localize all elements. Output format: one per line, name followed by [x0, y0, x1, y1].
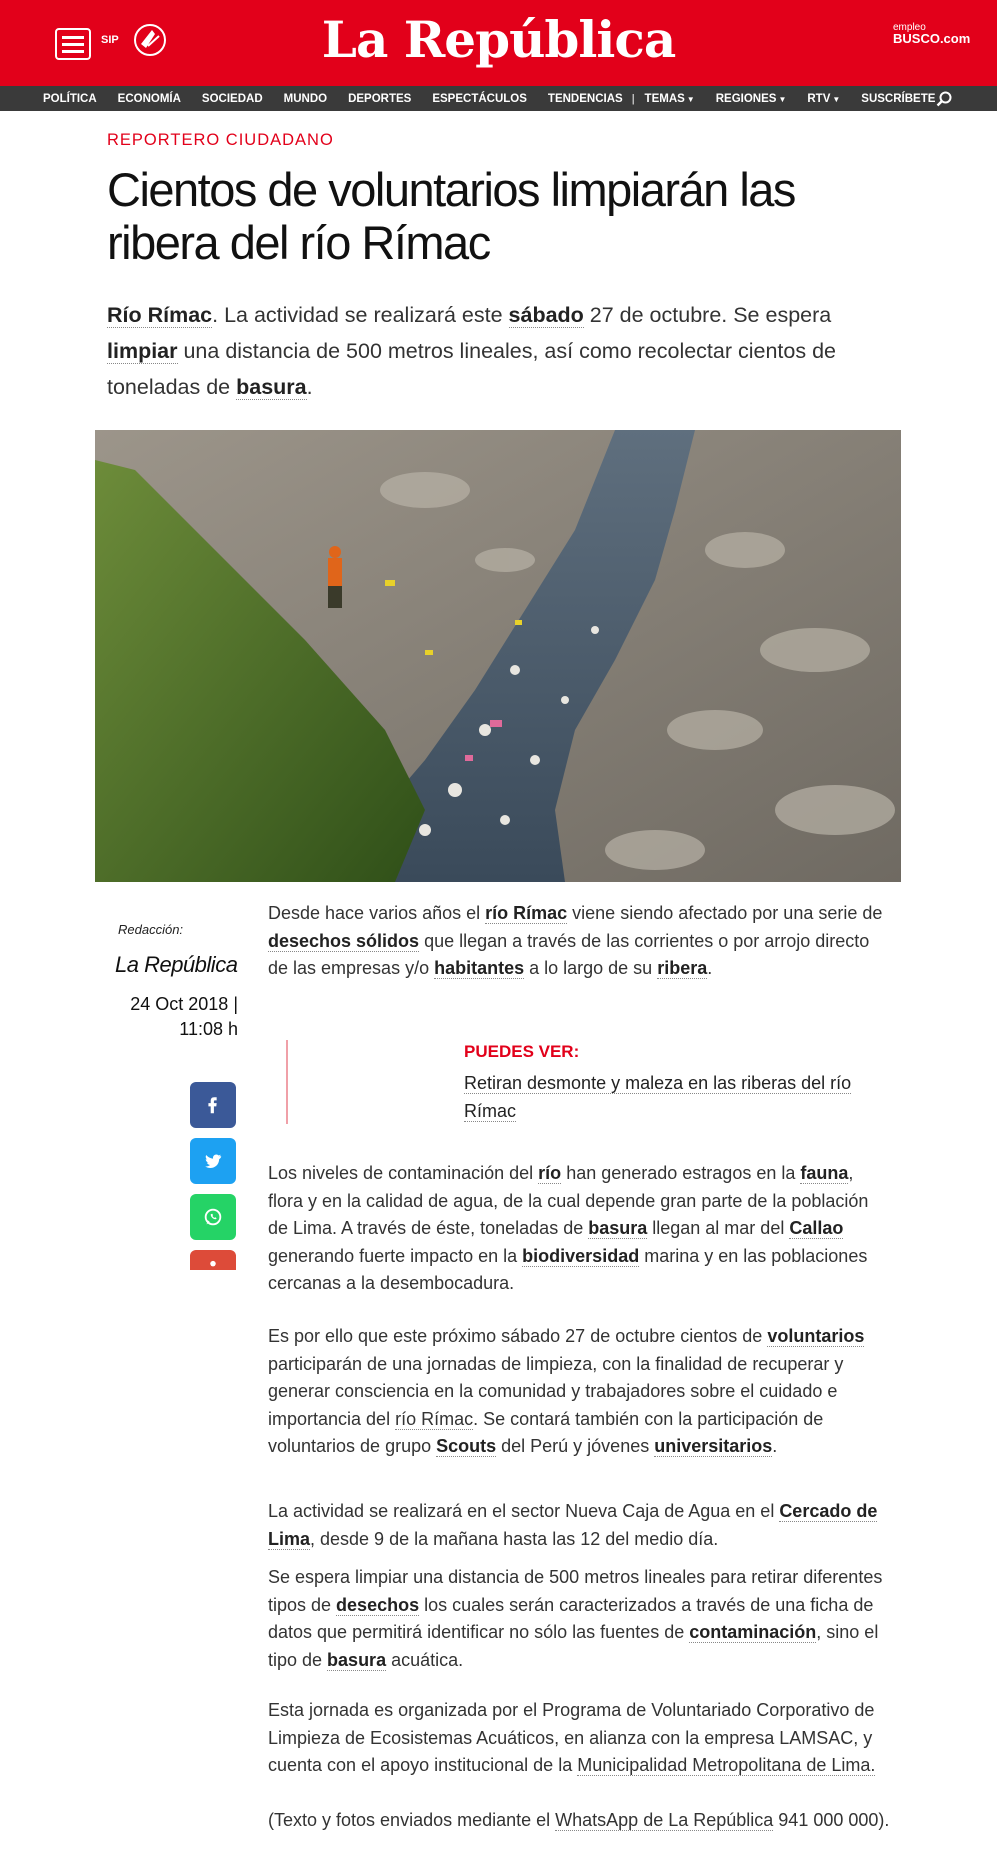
keyword-link[interactable]: Scouts — [436, 1436, 497, 1457]
worker-figure — [328, 558, 342, 586]
nav-sociedad[interactable]: SOCIEDAD — [202, 93, 263, 105]
nav-mundo[interactable]: MUNDO — [284, 93, 327, 105]
share-whatsapp-button[interactable] — [190, 1194, 236, 1240]
keyword-link[interactable]: río Rímac — [485, 903, 568, 924]
keyword-link[interactable]: basura — [236, 375, 307, 400]
share-twitter-button[interactable] — [190, 1138, 236, 1184]
share-facebook-button[interactable] — [190, 1082, 236, 1128]
keyword-link[interactable]: ribera — [657, 958, 708, 979]
keyword-link[interactable]: Callao — [789, 1218, 844, 1239]
article-summary: Río Rímac. La actividad se realizará est… — [107, 303, 837, 400]
site-logo[interactable]: La República — [0, 10, 997, 69]
keyword-link[interactable]: río — [538, 1163, 562, 1184]
google-plus-icon — [210, 1260, 216, 1267]
nav-rtv-dropdown[interactable]: RTV ▼ — [807, 93, 840, 105]
nav-separator: | — [631, 92, 635, 105]
publish-date: 24 Oct 2018 | 11:08 h — [100, 992, 238, 1042]
article-paragraph: (Texto y fotos enviados mediante el What… — [268, 1810, 890, 1831]
empleo-busco-logo[interactable]: empleo BUSCO.com — [893, 22, 971, 46]
keyword-link[interactable]: contaminación — [689, 1622, 817, 1643]
nav-economia[interactable]: ECONOMÍA — [118, 93, 181, 105]
keyword-link[interactable]: limpiar — [107, 339, 178, 364]
section-label[interactable]: REPORTERO CIUDADANO — [107, 131, 334, 150]
whatsapp-icon — [204, 1208, 222, 1226]
twitter-icon — [205, 1154, 222, 1169]
nav-suscribete[interactable]: SUSCRÍBETE — [861, 93, 935, 105]
article-paragraph: Esta jornada es organizada por el Progra… — [268, 1700, 876, 1776]
nav-regiones-label: REGIONES — [715, 92, 777, 105]
article-paragraph: Los niveles de contaminación del río han… — [268, 1163, 869, 1293]
article-photo-river — [95, 430, 901, 882]
chevron-down-icon: ▼ — [686, 94, 695, 104]
chevron-down-icon: ▼ — [778, 94, 787, 104]
site-header: SIP La República empleo BUSCO.com — [0, 0, 997, 86]
inline-link[interactable]: río Rímac — [395, 1408, 474, 1430]
related-label: PUEDES VER: — [464, 1042, 580, 1061]
related-article-box: PUEDES VER: Retiran desmonte y maleza en… — [286, 1040, 888, 1124]
keyword-link[interactable]: fauna — [800, 1163, 849, 1184]
keyword-link[interactable]: basura — [327, 1649, 387, 1671]
nav-politica[interactable]: POLÍTICA — [43, 93, 97, 105]
article-paragraph: Se espera limpiar una distancia de 500 m… — [268, 1567, 883, 1671]
article-paragraph: Es por ello que este próximo sábado 27 d… — [268, 1326, 865, 1457]
whatsapp-link[interactable]: WhatsApp de La República — [555, 1810, 774, 1831]
byline-label: Redacción: — [118, 922, 184, 937]
keyword-link[interactable]: desechos sólidos — [268, 930, 420, 952]
publish-date-time: 11:08 h — [179, 1019, 238, 1039]
nav-tendencias[interactable]: TENDENCIAS — [548, 93, 623, 105]
article-headline: Cientos de voluntarios limpiarán las rib… — [107, 163, 796, 269]
nav-deportes[interactable]: DEPORTES — [348, 93, 411, 105]
nav-rtv-label: RTV — [807, 92, 831, 105]
chevron-down-icon: ▼ — [832, 94, 841, 104]
share-google-plus-button[interactable] — [190, 1250, 236, 1270]
main-nav: POLÍTICA ECONOMÍA SOCIEDAD MUNDO DEPORTE… — [0, 86, 997, 111]
keyword-link[interactable]: sábado — [508, 303, 584, 328]
nav-espectaculos[interactable]: ESPECTÁCULOS — [432, 93, 527, 105]
related-article-link[interactable]: Retiran desmonte y maleza en las riberas… — [464, 1069, 864, 1125]
nav-regiones-dropdown[interactable]: REGIONES ▼ — [716, 93, 787, 105]
keyword-link[interactable]: universitarios — [654, 1436, 773, 1457]
facebook-icon — [208, 1097, 217, 1114]
keyword-link[interactable]: voluntarios — [767, 1326, 865, 1347]
keyword-link[interactable]: habitantes — [434, 958, 525, 979]
byline-author: La República — [115, 952, 238, 977]
nav-temas-label: TEMAS — [644, 92, 685, 105]
publish-date-day: 24 Oct 2018 | — [130, 994, 238, 1014]
keyword-link[interactable]: Río Rímac — [107, 303, 213, 328]
keyword-link[interactable]: basura — [588, 1218, 648, 1239]
nav-temas-dropdown[interactable]: TEMAS ▼ — [645, 93, 695, 105]
article-paragraph: La actividad se realizará en el sector N… — [268, 1501, 878, 1550]
article-paragraph: Desde hace varios años el río Rímac vien… — [268, 903, 883, 979]
search-icon[interactable] — [936, 91, 952, 107]
keyword-link[interactable]: biodiversidad — [522, 1245, 640, 1267]
inline-link[interactable]: Municipalidad Metropolitana de Lima. — [577, 1755, 876, 1776]
keyword-link[interactable]: desechos — [336, 1594, 420, 1616]
empleo-big-label: BUSCO.com — [893, 31, 971, 46]
